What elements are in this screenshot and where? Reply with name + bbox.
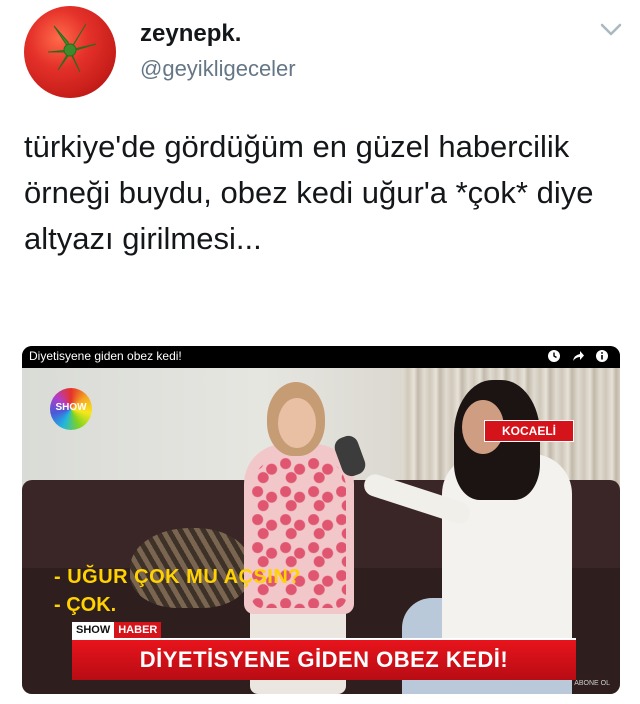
- tweet-header: zeynepk. @geyikligeceler: [0, 0, 640, 110]
- show-logo-text: SHOW: [55, 402, 87, 413]
- tomato-icon: [47, 23, 97, 73]
- lower-third: DİYETİSYENE GİDEN OBEZ KEDİ!: [72, 638, 576, 680]
- video-title[interactable]: Diyetisyene giden obez kedi!: [29, 349, 182, 363]
- person-left-face: [278, 398, 316, 448]
- share-icon[interactable]: [570, 348, 586, 364]
- tweet-text: türkiye'de gördüğüm en güzel habercilik …: [24, 129, 594, 256]
- location-tag: KOCAELİ: [484, 420, 574, 442]
- chevron-down-icon[interactable]: [596, 20, 626, 40]
- info-icon[interactable]: [594, 348, 610, 364]
- program-badge: SHOW HABER: [72, 622, 162, 638]
- avatar[interactable]: [24, 6, 116, 98]
- program-badge-show: SHOW: [72, 622, 115, 638]
- video-frame: SHOW KOCAELİ - UĞUR ÇOK MU AÇSIN? - ÇOK.…: [22, 368, 620, 694]
- display-name[interactable]: zeynepk.: [140, 20, 241, 48]
- clock-icon[interactable]: [546, 348, 562, 364]
- subtitle-line-2: - ÇOK.: [54, 594, 117, 616]
- news-headline: DİYETİSYENE GİDEN OBEZ KEDİ!: [139, 647, 509, 672]
- show-tv-logo: SHOW: [50, 388, 92, 430]
- video-title-bar: Diyetisyene giden obez kedi!: [22, 346, 620, 368]
- subscribe-watermark: ABONE OL: [574, 680, 610, 687]
- program-badge-haber: HABER: [114, 622, 162, 638]
- user-handle[interactable]: @geyikligeceler: [140, 56, 296, 82]
- subtitle-line-1: - UĞUR ÇOK MU AÇSIN?: [54, 566, 302, 588]
- video-player[interactable]: Diyetisyene giden obez kedi! SHOW KOCAEL…: [22, 346, 620, 694]
